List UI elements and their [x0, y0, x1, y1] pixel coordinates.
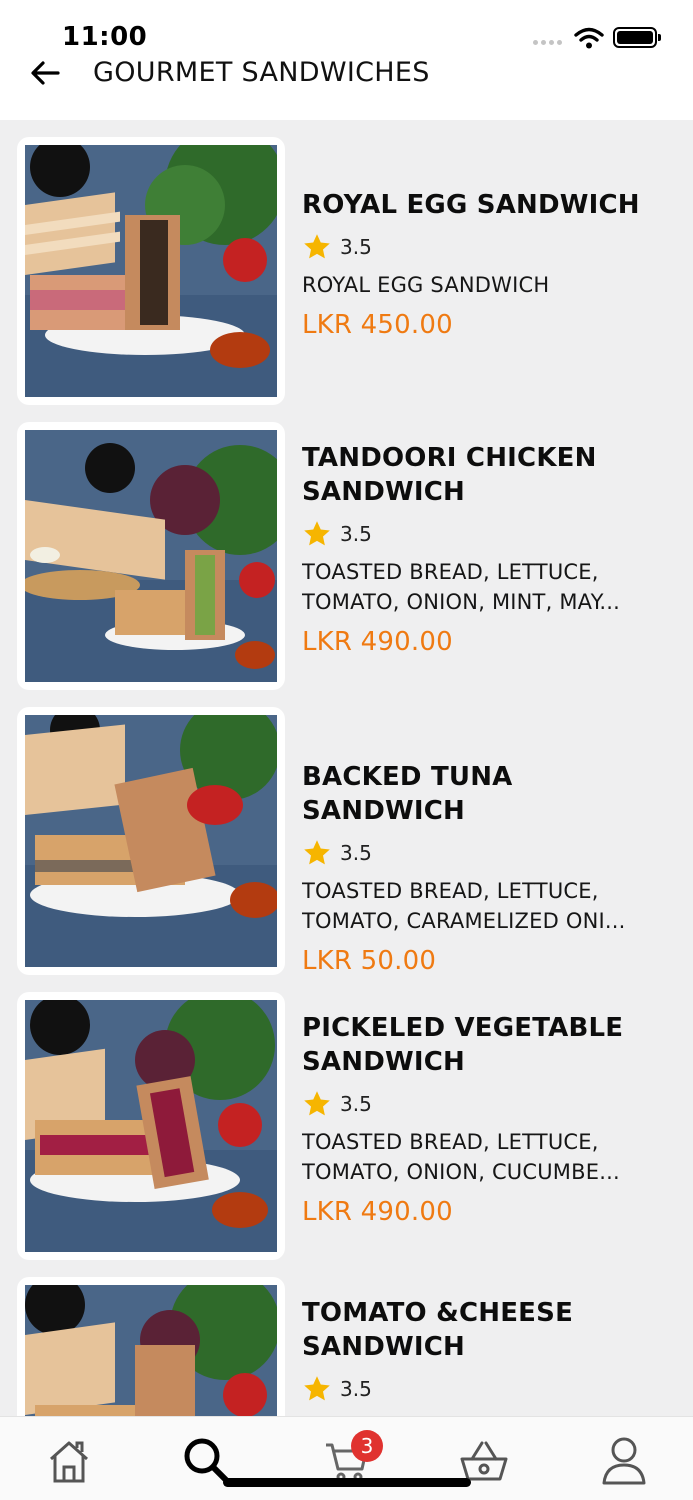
star-icon [304, 521, 330, 546]
bottom-nav [0, 1416, 693, 1500]
rating: 3.5 [302, 1372, 672, 1406]
product-image[interactable] [17, 992, 285, 1260]
product-price: LKR 450.00 [302, 310, 453, 340]
rating-value: 3.5 [340, 235, 372, 259]
product-info[interactable]: PICKELED VEGETABLE SANDWICH 3.5 TOASTED … [302, 1011, 672, 1227]
nav-home[interactable] [43, 1437, 95, 1485]
wifi-icon [574, 27, 604, 49]
cellular-signal-icon [533, 40, 562, 45]
product-name[interactable]: ROYAL EGG SANDWICH [302, 188, 672, 222]
product-image[interactable] [17, 422, 285, 690]
rating: 3.5 [302, 836, 672, 870]
product-info[interactable]: ROYAL EGG SANDWICH 3.5 ROYAL EGG SANDWIC… [302, 188, 672, 340]
star-icon [304, 1376, 330, 1401]
product-description: TOASTED BREAD, LETTUCE, TOMATO, ONION, C… [302, 1130, 620, 1184]
product-name[interactable]: TANDOORI CHICKEN SANDWICH [302, 441, 672, 509]
nav-profile[interactable] [598, 1437, 650, 1485]
product-description: ROYAL EGG SANDWICH [302, 273, 550, 297]
product-price: LKR 490.00 [302, 1197, 453, 1227]
product-info[interactable]: TANDOORI CHICKEN SANDWICH 3.5 TOASTED BR… [302, 441, 672, 657]
product-price: LKR 490.00 [302, 627, 453, 657]
home-icon [50, 1441, 88, 1483]
product-name[interactable]: PICKELED VEGETABLE SANDWICH [302, 1011, 672, 1079]
product-name[interactable]: BACKED TUNA SANDWICH [302, 760, 672, 828]
rating: 3.5 [302, 1087, 672, 1121]
product-info[interactable]: BACKED TUNA SANDWICH 3.5 TOASTED BREAD, … [302, 760, 672, 976]
arrow-left-icon [31, 61, 60, 85]
star-icon [304, 234, 330, 259]
list-item[interactable]: BACKED TUNA SANDWICH 3.5 TOASTED BREAD, … [0, 690, 693, 976]
rating-value: 3.5 [340, 522, 372, 546]
star-icon [304, 1091, 330, 1116]
rating-value: 3.5 [340, 841, 372, 865]
product-price: LKR 50.00 [302, 946, 437, 976]
home-indicator[interactable] [223, 1478, 471, 1487]
list-item[interactable]: TOMATO &CHEESE SANDWICH 3.5 [0, 1260, 693, 1416]
list-item[interactable]: TANDOORI CHICKEN SANDWICH 3.5 TOASTED BR… [0, 405, 693, 690]
page-title: GOURMET SANDWICHES [93, 57, 430, 88]
rating-value: 3.5 [340, 1092, 372, 1116]
rating: 3.5 [302, 517, 672, 551]
product-image[interactable] [17, 1277, 285, 1416]
rating-value: 3.5 [340, 1377, 372, 1401]
rating: 3.5 [302, 230, 672, 264]
list-item[interactable]: PICKELED VEGETABLE SANDWICH 3.5 TOASTED … [0, 975, 693, 1260]
product-image[interactable] [17, 707, 285, 975]
star-icon [304, 840, 330, 865]
list-item[interactable]: ROYAL EGG SANDWICH 3.5 ROYAL EGG SANDWIC… [0, 120, 693, 405]
profile-icon [602, 1437, 646, 1485]
status-time: 11:00 [62, 22, 148, 52]
product-name[interactable]: TOMATO &CHEESE SANDWICH [302, 1296, 672, 1364]
product-description: TOASTED BREAD, LETTUCE, TOMATO, CARAMELI… [302, 879, 626, 933]
top-bar: 11:00 GOURMET SANDWICHES [0, 0, 693, 120]
cart-badge: 3 [351, 1430, 383, 1462]
battery-icon [613, 27, 661, 48]
product-info[interactable]: TOMATO &CHEESE SANDWICH 3.5 [302, 1296, 672, 1406]
product-image[interactable] [17, 137, 285, 405]
product-list[interactable]: ROYAL EGG SANDWICH 3.5 ROYAL EGG SANDWIC… [0, 120, 693, 1416]
product-description: TOASTED BREAD, LETTUCE, TOMATO, ONION, M… [302, 560, 620, 614]
back-button[interactable] [28, 58, 62, 88]
